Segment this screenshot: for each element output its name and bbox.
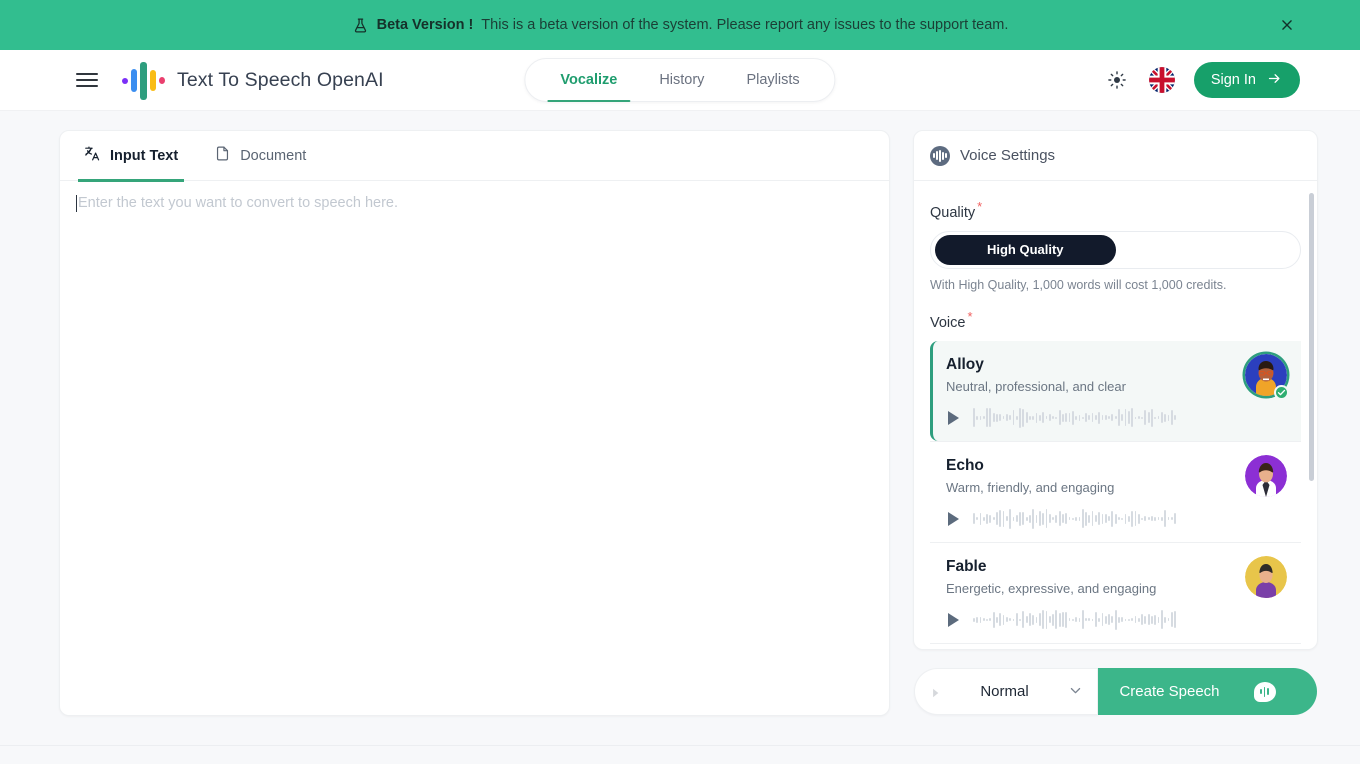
quality-note: With High Quality, 1,000 words will cost…: [930, 277, 1227, 292]
voice-name: Alloy: [946, 355, 984, 373]
text-caret: [76, 195, 77, 212]
voice-desc: Neutral, professional, and clear: [946, 378, 1126, 394]
waveform-logo-icon: [122, 60, 165, 100]
voice-settings-title: Voice Settings: [960, 147, 1056, 164]
voice-item-onyx[interactable]: Onyx: [930, 642, 1301, 649]
speed-select[interactable]: Normal: [914, 668, 1098, 715]
voice-list: Alloy Neutral, professional, and clear E…: [930, 340, 1301, 649]
sign-in-button[interactable]: Sign In: [1193, 62, 1300, 98]
speed-value: Normal: [980, 683, 1029, 700]
voice-preview-player: [946, 407, 1287, 429]
editor-tabs: Input Text Document: [60, 131, 889, 182]
create-speech-button[interactable]: Create Speech: [1098, 668, 1317, 715]
flask-icon: [352, 17, 369, 34]
voice-name: Fable: [946, 557, 987, 575]
voice-label-text: Voice: [930, 314, 966, 331]
uk-flag-icon[interactable]: [1148, 67, 1175, 93]
brand-name: Text To Speech OpenAI: [177, 68, 384, 91]
voice-settings-body: Quality * High Quality With High Quality,…: [914, 181, 1317, 649]
arrow-right-icon: [1266, 71, 1283, 90]
play-icon[interactable]: [948, 511, 959, 526]
voice-name: Echo: [946, 456, 984, 474]
beta-message: This is a beta version of the system. Pl…: [481, 17, 1009, 33]
avatar: [1245, 555, 1287, 598]
waveform-preview[interactable]: [973, 609, 1176, 631]
speech-bubble-icon: [1253, 681, 1276, 702]
voice-item-fable[interactable]: Fable Energetic, expressive, and engagin…: [930, 541, 1301, 643]
close-icon[interactable]: [1274, 12, 1300, 38]
voice-desc: Warm, friendly, and engaging: [946, 479, 1115, 495]
quality-toggle[interactable]: High Quality: [930, 230, 1301, 269]
action-row: Normal Create Speech: [914, 668, 1317, 715]
voice-label: Voice *: [930, 309, 1301, 331]
brand[interactable]: Text To Speech OpenAI: [122, 60, 384, 100]
tab-document[interactable]: Document: [208, 131, 312, 181]
main-content: Input Text Document Enter the text you w…: [0, 111, 1360, 764]
check-icon: [1274, 384, 1289, 400]
chevron-down-icon: [1068, 683, 1083, 701]
tab-document-label: Document: [240, 147, 307, 164]
tab-playlists[interactable]: Playlists: [725, 59, 820, 101]
sun-icon[interactable]: [1104, 67, 1130, 93]
avatar: [1245, 454, 1287, 497]
waveform-circle-icon: [930, 145, 950, 166]
app-header: Text To Speech OpenAI Vocalize History P…: [0, 50, 1360, 111]
voice-settings-header: Voice Settings: [914, 131, 1317, 181]
tab-history[interactable]: History: [638, 59, 725, 101]
text-input-placeholder: Enter the text you want to convert to sp…: [78, 195, 398, 211]
voice-item-alloy[interactable]: Alloy Neutral, professional, and clear: [930, 340, 1301, 441]
beta-title: Beta Version !: [376, 17, 474, 33]
voice-preview-player: [946, 609, 1287, 631]
voice-item-echo[interactable]: Echo Warm, friendly, and engaging: [930, 440, 1301, 542]
create-speech-label: Create Speech: [1119, 683, 1220, 700]
main-nav: Vocalize History Playlists: [524, 58, 836, 102]
speed-icon: [931, 686, 941, 698]
sign-in-label: Sign In: [1210, 72, 1256, 88]
play-icon[interactable]: [948, 612, 959, 627]
translate-icon: [84, 145, 101, 166]
footer-divider: [0, 745, 1360, 746]
quality-label: Quality *: [930, 199, 1301, 221]
tab-input-text[interactable]: Input Text: [78, 131, 185, 182]
editor-card: Input Text Document Enter the text you w…: [59, 130, 890, 716]
hamburger-icon[interactable]: [76, 73, 98, 87]
document-icon: [214, 145, 231, 166]
waveform-preview[interactable]: [973, 407, 1176, 429]
play-icon[interactable]: [948, 410, 959, 425]
voice-settings-card: Voice Settings Quality * High Quality Wit…: [913, 130, 1318, 650]
waveform-preview[interactable]: [973, 508, 1176, 530]
quality-label-text: Quality: [930, 204, 976, 221]
header-actions: Sign In: [1104, 62, 1300, 98]
quality-required-mark: *: [977, 199, 983, 214]
settings-scrollbar[interactable]: [1309, 193, 1314, 481]
text-input-area[interactable]: Enter the text you want to convert to sp…: [60, 181, 889, 715]
quality-option-empty[interactable]: [1116, 235, 1297, 265]
tab-vocalize[interactable]: Vocalize: [539, 59, 638, 102]
voice-desc: Energetic, expressive, and engaging: [946, 580, 1157, 596]
quality-option-high[interactable]: High Quality: [935, 234, 1116, 265]
tab-input-text-label: Input Text: [110, 147, 179, 164]
voice-required-mark: *: [967, 308, 973, 324]
voice-preview-player: [946, 508, 1287, 530]
beta-banner: Beta Version ! This is a beta version of…: [0, 0, 1360, 50]
